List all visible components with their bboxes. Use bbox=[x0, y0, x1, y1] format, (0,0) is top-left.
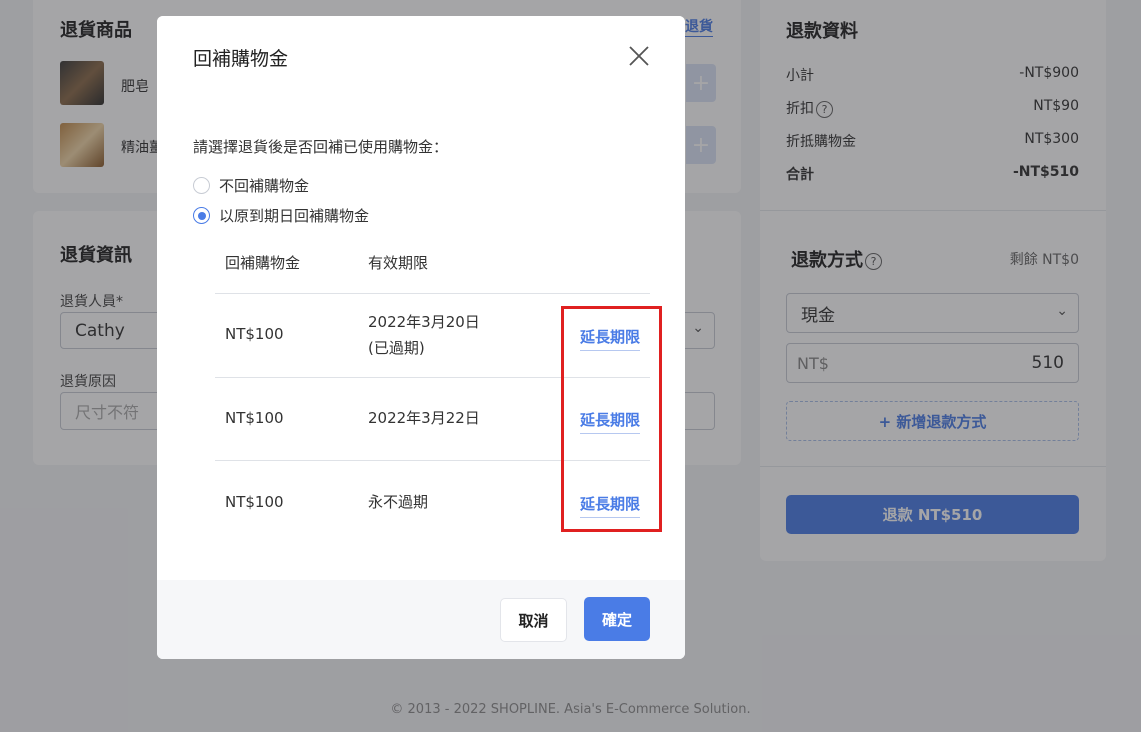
close-icon[interactable] bbox=[627, 44, 651, 68]
credit-expiry: 2022年3月22日 bbox=[368, 409, 480, 427]
modal-header: 回補購物金 bbox=[157, 16, 685, 98]
table-divider bbox=[215, 293, 650, 294]
credit-expiry: 永不過期 bbox=[368, 493, 429, 511]
cancel-button[interactable]: 取消 bbox=[500, 598, 567, 642]
modal-title: 回補購物金 bbox=[193, 48, 289, 70]
credit-expiry: 2022年3月20日 bbox=[368, 313, 480, 331]
restore-prompt: 請選擇退貨後是否回補已使用購物金： bbox=[193, 138, 449, 156]
option-label: 以原到期日回補購物金 bbox=[219, 207, 370, 225]
confirm-button[interactable]: 確定 bbox=[584, 597, 650, 641]
radio-button[interactable] bbox=[193, 177, 210, 194]
highlight-annotation bbox=[561, 306, 662, 532]
column-header-expiry: 有效期限 bbox=[368, 254, 429, 272]
credit-amount: NT$100 bbox=[225, 409, 284, 427]
restore-credit-modal: 回補購物金 請選擇退貨後是否回補已使用購物金： 不回補購物金 以原到期日回補購物… bbox=[157, 16, 685, 659]
credit-amount: NT$100 bbox=[225, 493, 284, 511]
column-header-amount: 回補購物金 bbox=[225, 254, 301, 272]
radio-button-selected[interactable] bbox=[193, 207, 210, 224]
expired-note: (已過期) bbox=[368, 339, 425, 357]
option-label: 不回補購物金 bbox=[219, 177, 310, 195]
option-restore-original[interactable]: 以原到期日回補購物金 bbox=[193, 205, 369, 226]
option-no-restore[interactable]: 不回補購物金 bbox=[193, 175, 309, 196]
credit-amount: NT$100 bbox=[225, 325, 284, 343]
